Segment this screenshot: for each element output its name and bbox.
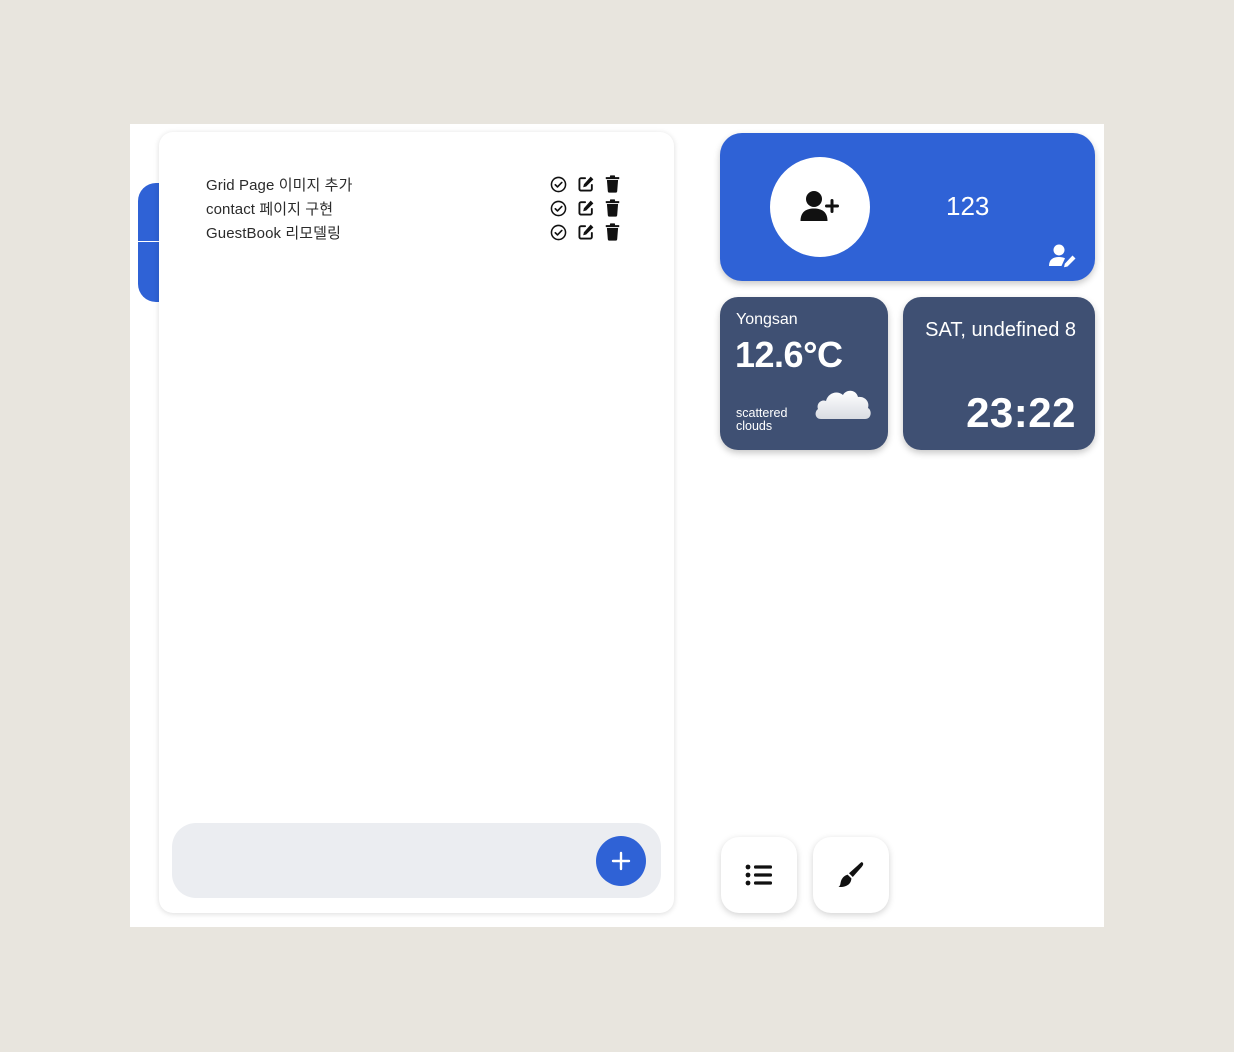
trash-icon[interactable]	[603, 223, 622, 242]
paintbrush-icon	[838, 862, 864, 888]
todo-text: GuestBook 리모델링	[206, 224, 341, 242]
clock-card: SAT, undefined 8 23:22	[903, 297, 1095, 450]
list-icon	[745, 864, 772, 886]
todo-text: contact 페이지 구현	[206, 200, 334, 218]
todo-item: Grid Page 이미지 추가	[206, 172, 626, 196]
theme-paint-button[interactable]	[813, 837, 889, 913]
trash-icon[interactable]	[603, 175, 622, 194]
clock-time: 23:22	[966, 389, 1076, 436]
edit-icon[interactable]	[576, 175, 595, 194]
edit-icon[interactable]	[576, 223, 595, 242]
clock-date: SAT, undefined 8	[925, 319, 1076, 341]
avatar[interactable]	[770, 157, 870, 257]
profile-name: 123	[946, 191, 990, 221]
check-circle-icon[interactable]	[549, 175, 568, 194]
user-edit-icon[interactable]	[1049, 244, 1077, 268]
trash-icon[interactable]	[603, 199, 622, 218]
check-circle-icon[interactable]	[549, 199, 568, 218]
cloud-icon	[815, 390, 871, 419]
todo-actions	[549, 175, 622, 194]
plus-icon	[611, 851, 631, 871]
weather-city: Yongsan	[736, 311, 798, 328]
todo-item: GuestBook 리모델링	[206, 220, 626, 244]
todo-actions	[549, 199, 622, 218]
list-view-button[interactable]	[721, 837, 797, 913]
edit-icon[interactable]	[576, 199, 595, 218]
user-plus-icon	[800, 191, 839, 221]
todo-input-bar	[172, 823, 661, 898]
todo-actions	[549, 223, 622, 242]
check-circle-icon[interactable]	[549, 223, 568, 242]
todo-item: contact 페이지 구현	[206, 196, 626, 220]
profile-card: 123	[720, 133, 1095, 281]
todo-text: Grid Page 이미지 추가	[206, 176, 353, 194]
weather-card: Yongsan 12.6°C scattered clouds	[720, 297, 888, 450]
weather-description: scattered clouds	[736, 406, 788, 433]
app-canvas: Grid Page 이미지 추가 contact 페이지 구현 GuestBoo…	[130, 124, 1104, 927]
todo-list: Grid Page 이미지 추가 contact 페이지 구현 GuestBoo…	[206, 172, 626, 244]
add-todo-button[interactable]	[596, 836, 646, 886]
todo-card: Grid Page 이미지 추가 contact 페이지 구현 GuestBoo…	[159, 132, 674, 913]
weather-temperature: 12.6°C	[735, 334, 843, 375]
todo-input[interactable]	[192, 843, 582, 877]
